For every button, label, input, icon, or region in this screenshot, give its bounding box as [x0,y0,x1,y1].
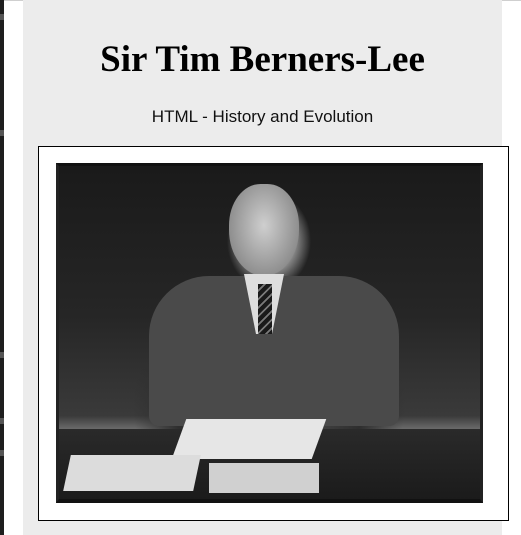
page-subtitle: HTML - History and Evolution [151,107,374,126]
photo-paper [171,419,327,459]
photo-head [229,184,299,276]
photo-paper [63,455,201,491]
left-sidebar-edge [0,0,4,535]
page-title: Sir Tim Berners-Lee [100,39,425,80]
photo-frame [38,146,509,521]
photo-tie [258,284,272,334]
photo-paper [209,463,319,493]
sidebar-mark [0,418,4,424]
sidebar-mark [0,352,4,358]
sidebar-mark [0,130,4,136]
sidebar-mark [0,450,4,456]
portrait-photo [56,163,483,503]
sidebar-mark [0,14,4,20]
